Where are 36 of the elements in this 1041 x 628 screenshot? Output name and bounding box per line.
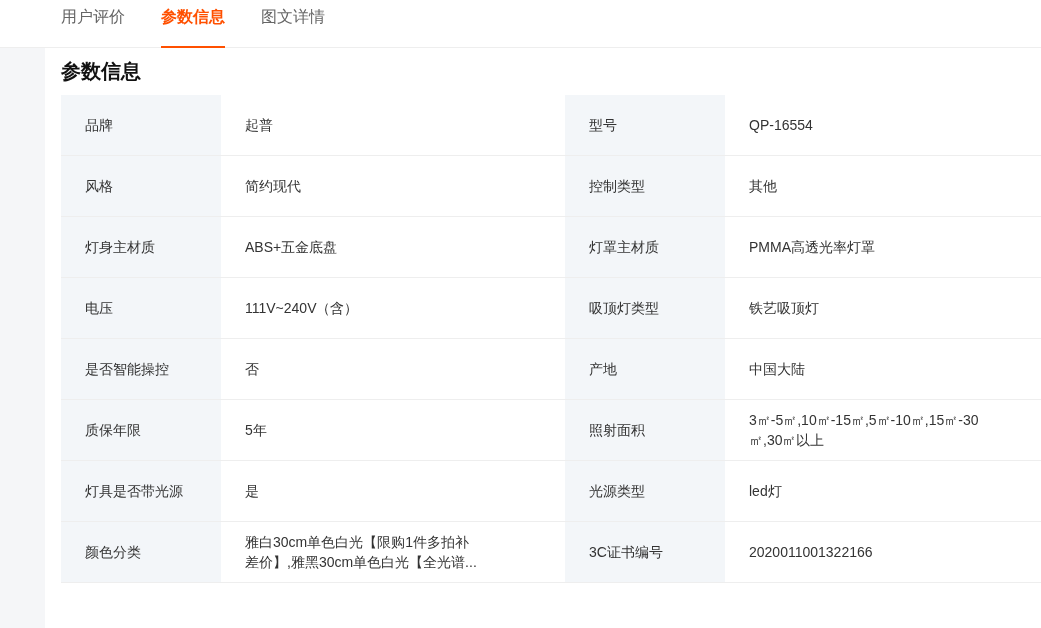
param-label: 3C证书编号 (565, 522, 725, 582)
param-label: 电压 (61, 278, 221, 338)
param-label: 控制类型 (565, 156, 725, 216)
tab[interactable]: 参数信息 (161, 0, 225, 48)
param-label: 风格 (61, 156, 221, 216)
param-value: 简约现代 (245, 177, 301, 196)
param-label: 质保年限 (61, 400, 221, 460)
tab[interactable]: 用户评价 (61, 0, 125, 48)
param-value: 3㎡-5㎡,10㎡-15㎡,5㎡-10㎡,15㎡-30㎡,30㎡以上 (749, 411, 980, 450)
param-label: 产地 (565, 339, 725, 399)
param-value: 中国大陆 (749, 360, 805, 379)
param-label: 型号 (565, 95, 725, 155)
tab[interactable]: 图文详情 (261, 0, 325, 48)
param-value: QP-16554 (749, 116, 813, 135)
param-value: 2020011001322166 (749, 543, 873, 562)
param-value: led灯 (749, 482, 782, 501)
section-title: 参数信息 (61, 59, 142, 84)
param-label: 光源类型 (565, 461, 725, 521)
param-label: 颜色分类 (61, 522, 221, 582)
param-value: 111V~240V（含） (245, 299, 359, 318)
param-label: 是否智能操控 (61, 339, 221, 399)
param-label: 照射面积 (565, 400, 725, 460)
param-value: 其他 (749, 177, 777, 196)
param-label: 吸顶灯类型 (565, 278, 725, 338)
param-value: ABS+五金底盘 (245, 238, 338, 257)
param-value: 5年 (245, 421, 267, 440)
param-label: 品牌 (61, 95, 221, 155)
param-value: PMMA高透光率灯罩 (749, 238, 875, 257)
param-value: 是 (245, 482, 259, 501)
param-value: 铁艺吸顶灯 (749, 299, 819, 318)
param-value: 起普 (245, 116, 273, 135)
param-value: 否 (245, 360, 259, 379)
param-label: 灯具是否带光源 (61, 461, 221, 521)
param-value: 雅白30cm单色白光【限购1件多拍补差价】,雅黑30cm单色白光【全光谱... (245, 533, 477, 572)
param-label: 灯罩主材质 (565, 217, 725, 277)
param-label: 灯身主材质 (61, 217, 221, 277)
